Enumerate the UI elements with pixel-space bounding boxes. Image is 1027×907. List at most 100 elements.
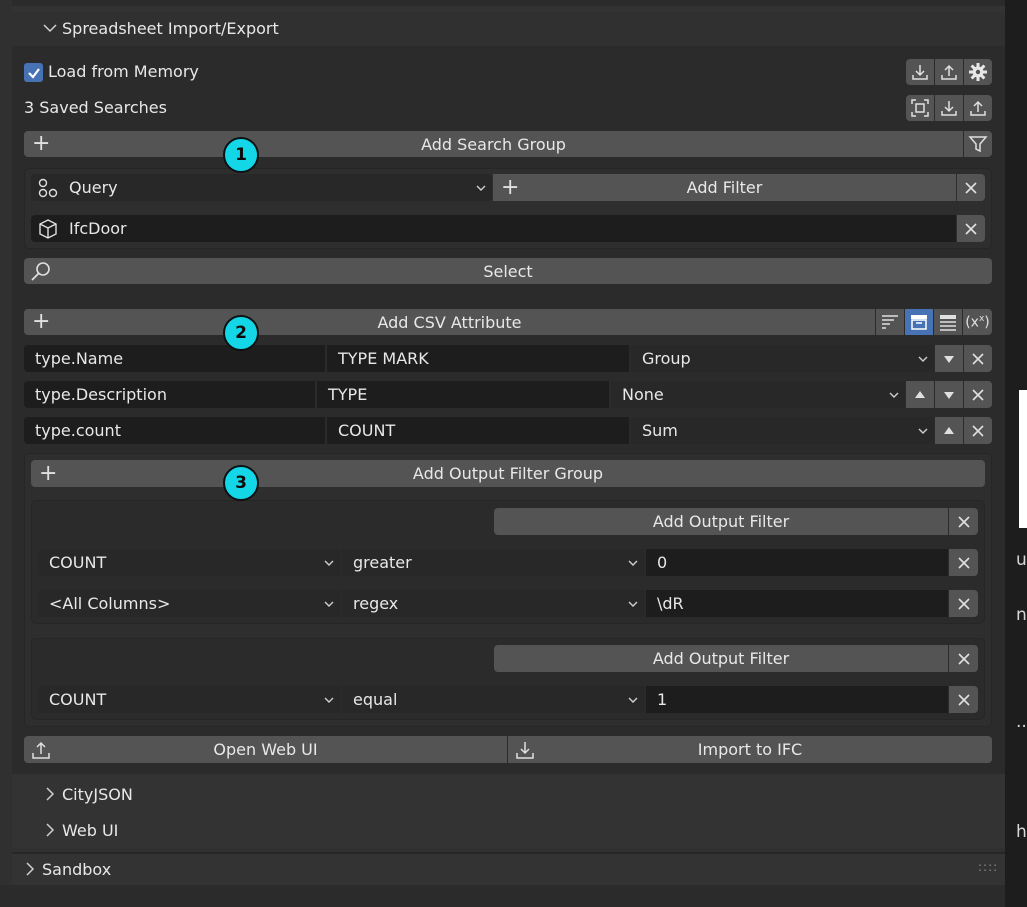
close-icon <box>972 388 984 401</box>
filter-toggle-button[interactable] <box>964 131 992 157</box>
remove-filter-button[interactable] <box>957 215 985 242</box>
import-to-ifc-button[interactable]: Import to IFC <box>508 736 992 763</box>
query-icon <box>38 178 58 198</box>
remove-attribute-button[interactable] <box>964 381 992 408</box>
csv-header-field[interactable]: TYPE MARK <box>327 345 629 372</box>
summary-button[interactable] <box>934 309 962 335</box>
triangle-down-icon <box>944 391 954 399</box>
csv-header-field[interactable]: COUNT <box>327 417 629 444</box>
right-edge-white-strip <box>1019 390 1027 528</box>
import-to-ifc-label: Import to IFC <box>697 740 803 759</box>
formula-button[interactable]: (xx) <box>963 309 992 335</box>
query-select-value: Query <box>69 178 118 197</box>
remove-output-filter-button[interactable] <box>949 549 978 576</box>
csv-attribute-field[interactable]: type.count <box>24 417 325 444</box>
cube-icon <box>39 219 57 239</box>
add-filter-button[interactable]: + Add Filter <box>493 174 956 201</box>
output-column-select[interactable]: <All Columns> <box>38 590 340 617</box>
add-search-group-label: Add Search Group <box>421 134 566 154</box>
chevron-down-icon <box>628 560 638 566</box>
output-value-field[interactable]: 0 <box>646 549 948 576</box>
csv-summary-value: None <box>622 385 664 404</box>
drag-handle-icon[interactable]: :::: <box>978 860 998 874</box>
chevron-down-icon <box>324 601 334 607</box>
select-button[interactable]: Select <box>24 258 992 284</box>
move-up-button[interactable] <box>906 381 934 408</box>
saved-searches-label: 3 Saved Searches <box>24 98 167 117</box>
output-operator-select[interactable]: equal <box>342 686 644 713</box>
output-value-field[interactable]: 1 <box>646 686 948 713</box>
chevron-down-icon <box>918 428 928 434</box>
query-select[interactable]: Query <box>31 174 492 201</box>
close-icon <box>972 424 984 437</box>
cityjson-section-header[interactable]: CityJSON <box>12 778 1005 812</box>
add-output-filter-group-button[interactable]: + Add Output Filter Group <box>31 460 985 487</box>
select-all-button[interactable] <box>906 95 934 121</box>
webui-section-header[interactable]: Web UI <box>12 814 1005 848</box>
download-icon <box>941 101 957 116</box>
output-column-select[interactable]: COUNT <box>38 549 340 576</box>
spreadsheet-section-title: Spreadsheet Import/Export <box>62 19 279 38</box>
sandbox-section-header[interactable]: Sandbox :::: <box>12 852 1005 885</box>
spreadsheet-section-header[interactable]: Spreadsheet Import/Export <box>12 12 1005 46</box>
output-value-field[interactable]: \dR <box>646 590 948 617</box>
close-icon <box>957 556 970 569</box>
remove-search-group-button[interactable] <box>957 174 985 201</box>
class-filter-field[interactable]: IfcDoor <box>31 215 956 242</box>
search-icon <box>31 262 50 281</box>
output-operator-select[interactable]: greater <box>342 549 644 576</box>
sort-icon <box>882 315 898 329</box>
cityjson-section-title: CityJSON <box>62 785 133 804</box>
chevron-down-icon <box>889 392 899 398</box>
filter-icon <box>968 136 988 153</box>
import-button[interactable] <box>906 59 934 85</box>
remove-attribute-button[interactable] <box>964 345 992 372</box>
add-search-group-button[interactable]: + Add Search Group <box>24 131 963 157</box>
csv-attribute-field[interactable]: type.Name <box>24 345 325 372</box>
add-csv-attribute-button[interactable]: + Add CSV Attribute <box>24 309 875 335</box>
annotation-badge-3: 3 <box>223 465 259 501</box>
triangle-up-icon <box>944 426 954 434</box>
csv-summary-select[interactable]: Sum <box>631 417 934 444</box>
csv-header-field[interactable]: TYPE <box>317 381 609 408</box>
load-from-memory-checkbox[interactable] <box>24 63 43 82</box>
csv-summary-value: Group <box>642 349 691 368</box>
move-up-button[interactable] <box>935 417 963 444</box>
load-search-button[interactable] <box>935 95 963 121</box>
save-search-button[interactable] <box>964 95 992 121</box>
open-web-ui-button[interactable]: Open Web UI <box>24 736 507 763</box>
remove-attribute-button[interactable] <box>964 417 992 444</box>
add-output-filter-button[interactable]: Add Output Filter <box>494 508 948 535</box>
move-down-button[interactable] <box>935 381 963 408</box>
move-down-button[interactable] <box>935 345 963 372</box>
remove-output-filter-button[interactable] <box>949 590 978 617</box>
sort-button[interactable] <box>876 309 904 335</box>
plus-icon: + <box>39 460 58 486</box>
csv-summary-select[interactable]: None <box>611 381 905 408</box>
output-column-value: COUNT <box>49 553 107 572</box>
remove-output-group-button[interactable] <box>949 508 978 535</box>
output-column-value: COUNT <box>49 690 107 709</box>
csv-summary-select[interactable]: Group <box>631 345 934 372</box>
export-button[interactable] <box>935 59 963 85</box>
remove-output-group-button[interactable] <box>949 645 978 672</box>
csv-attribute-field[interactable]: type.Description <box>24 381 315 408</box>
output-operator-value: greater <box>353 553 412 572</box>
close-icon <box>957 693 970 706</box>
output-column-select[interactable]: COUNT <box>38 686 340 713</box>
chevron-down-icon <box>918 356 928 362</box>
add-output-filter-label: Add Output Filter <box>652 512 790 531</box>
remove-output-filter-button[interactable] <box>949 686 978 713</box>
load-from-memory-label: Load from Memory <box>48 62 199 81</box>
upload-icon <box>970 100 986 116</box>
group-toggle-button[interactable] <box>905 309 933 335</box>
output-operator-value: regex <box>353 594 399 613</box>
bottom-area <box>0 885 1005 907</box>
webui-section-title: Web UI <box>62 821 119 840</box>
add-output-filter-button[interactable]: Add Output Filter <box>494 645 948 672</box>
edge-text-4: h <box>1016 822 1027 842</box>
settings-button[interactable] <box>964 59 992 85</box>
output-operator-select[interactable]: regex <box>342 590 644 617</box>
panel-top-strip <box>12 0 1005 6</box>
annotation-badge-2: 2 <box>223 315 259 351</box>
